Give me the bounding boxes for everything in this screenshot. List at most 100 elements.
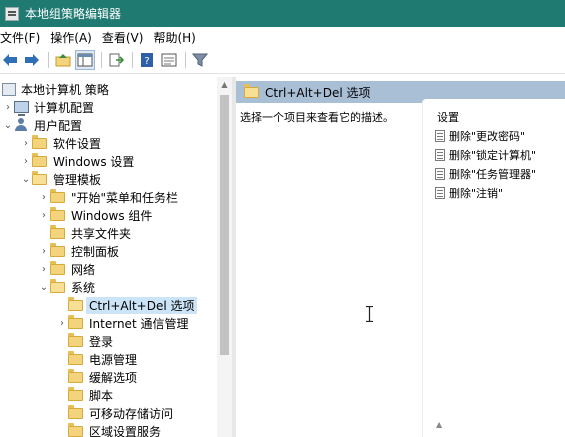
chevron-right-icon[interactable]: › bbox=[56, 318, 68, 329]
tree-item-windows-components[interactable]: › Windows 组件 bbox=[38, 206, 152, 224]
menu-bar: 文件(F) 操作(A) 查看(V) 帮助(H) bbox=[0, 27, 565, 47]
detail-pane: Ctrl+Alt+Del 选项 选择一个项目来查看它的描述。 设置 删除"更改密… bbox=[236, 77, 565, 437]
tree-item-label: 电源管理 bbox=[89, 352, 138, 367]
folder-open-icon bbox=[68, 296, 83, 311]
folder-icon bbox=[32, 134, 47, 149]
policy-setting-icon bbox=[435, 130, 445, 142]
settings-column-header[interactable]: 设置 bbox=[437, 109, 459, 125]
tree-item-label: 系统 bbox=[71, 280, 96, 295]
tree-item-windows-settings[interactable]: › Windows 设置 bbox=[20, 152, 134, 170]
tree-item-label: 计算机配置 bbox=[34, 100, 95, 115]
menu-action[interactable]: 操作(A) bbox=[48, 29, 100, 46]
forward-arrow-icon[interactable] bbox=[22, 50, 42, 70]
tree-item-mitigation-options[interactable]: 缓解选项 bbox=[68, 368, 137, 386]
folder-icon bbox=[68, 350, 83, 365]
chevron-right-icon[interactable]: › bbox=[38, 246, 50, 257]
properties-view-icon[interactable] bbox=[159, 50, 179, 70]
folder-icon bbox=[50, 188, 65, 203]
text-cursor-icon bbox=[366, 306, 373, 322]
tree-item-locale-services[interactable]: 区域设置服务 bbox=[68, 422, 161, 437]
setting-item[interactable]: 删除"注销" bbox=[435, 184, 503, 202]
tree-item-label: 软件设置 bbox=[53, 136, 102, 151]
setting-item[interactable]: 删除"任务管理器" bbox=[435, 165, 536, 183]
back-arrow-icon[interactable] bbox=[0, 50, 20, 70]
tree-item-label: Ctrl+Alt+Del 选项 bbox=[86, 296, 198, 314]
tree-item-label: 本地计算机 策略 bbox=[21, 82, 109, 97]
policy-icon bbox=[2, 82, 16, 96]
show-hide-tree-icon[interactable] bbox=[75, 50, 95, 70]
tree-item-scripts[interactable]: 脚本 bbox=[68, 386, 113, 404]
chevron-right-icon[interactable]: › bbox=[38, 210, 50, 221]
tree-item-label: 控制面板 bbox=[71, 244, 120, 259]
menu-help[interactable]: 帮助(H) bbox=[151, 29, 203, 46]
setting-label: 删除"锁定计算机" bbox=[449, 149, 537, 162]
computer-icon bbox=[14, 101, 29, 116]
menu-view[interactable]: 查看(V) bbox=[100, 29, 152, 46]
chevron-down-icon[interactable]: ⌄ bbox=[38, 282, 50, 293]
svg-text:?: ? bbox=[144, 56, 149, 67]
tree-item-software-settings[interactable]: › 软件设置 bbox=[20, 134, 101, 152]
tree-item-label: 网络 bbox=[71, 262, 96, 277]
scroll-up-arrow-icon[interactable]: ▲ bbox=[436, 420, 446, 429]
tree-item-power-management[interactable]: 电源管理 bbox=[68, 350, 137, 368]
window-title: 本地组策略编辑器 bbox=[25, 7, 122, 21]
scrollbar-thumb[interactable] bbox=[220, 95, 229, 355]
export-list-icon[interactable] bbox=[106, 50, 126, 70]
tree-item-admin-templates[interactable]: ⌄ 管理模板 bbox=[20, 170, 101, 188]
tree-item-label: Internet 通信管理 bbox=[89, 316, 189, 331]
tree-scrollbar[interactable]: ▲ bbox=[217, 77, 232, 437]
tree-item-network[interactable]: › 网络 bbox=[38, 260, 95, 278]
scroll-up-arrow-icon[interactable]: ▲ bbox=[217, 80, 232, 89]
toolbar-separator bbox=[185, 52, 186, 68]
setting-label: 删除"更改密码" bbox=[449, 130, 526, 143]
chevron-right-icon[interactable]: › bbox=[38, 264, 50, 275]
detail-header-title: Ctrl+Alt+Del 选项 bbox=[265, 85, 371, 100]
folder-icon bbox=[68, 368, 83, 383]
folder-icon bbox=[50, 260, 65, 275]
chevron-down-icon[interactable]: ⌄ bbox=[20, 174, 32, 185]
tree-item-start-menu[interactable]: › "开始"菜单和任务栏 bbox=[38, 188, 178, 206]
description-text: 选择一个项目来查看它的描述。 bbox=[240, 111, 394, 124]
up-folder-icon[interactable] bbox=[53, 50, 73, 70]
help-icon[interactable]: ? bbox=[137, 50, 157, 70]
chevron-down-icon[interactable]: ⌄ bbox=[2, 120, 14, 131]
setting-item[interactable]: 删除"锁定计算机" bbox=[435, 146, 536, 164]
tree-pane: 本地计算机 策略 › 计算机配置 ⌄ 用户配置 › 软件设置 › Windows… bbox=[0, 77, 232, 437]
tree-item-system[interactable]: ⌄ 系统 bbox=[38, 278, 95, 296]
tree-item-label: 区域设置服务 bbox=[89, 424, 162, 437]
tree-item-computer-config[interactable]: › 计算机配置 bbox=[2, 98, 94, 116]
tree-item-label: 可移动存储访问 bbox=[89, 406, 174, 421]
tree-item-label: 登录 bbox=[89, 334, 114, 349]
chevron-right-icon[interactable]: › bbox=[20, 138, 32, 149]
tree-item-ctrl-alt-del[interactable]: Ctrl+Alt+Del 选项 bbox=[68, 296, 198, 314]
tree-item-removable-storage[interactable]: 可移动存储访问 bbox=[68, 404, 173, 422]
folder-open-icon bbox=[32, 170, 47, 185]
folder-icon bbox=[32, 152, 47, 167]
tree-item-shared-folders[interactable]: 共享文件夹 bbox=[50, 224, 131, 242]
folder-icon bbox=[68, 332, 83, 347]
toolbar-separator bbox=[132, 52, 133, 68]
folder-icon bbox=[68, 386, 83, 401]
tree-item-label: "开始"菜单和任务栏 bbox=[71, 190, 179, 205]
chevron-right-icon[interactable]: › bbox=[20, 156, 32, 167]
folder-icon bbox=[50, 224, 65, 239]
settings-list: 设置 删除"更改密码" 删除"锁定计算机" 删除"任务管理器" 删除"注销" bbox=[422, 99, 565, 437]
tree-item-label: Windows 组件 bbox=[71, 208, 153, 223]
filter-icon[interactable] bbox=[190, 50, 210, 70]
folder-open-icon bbox=[50, 278, 65, 293]
tree-item-user-config[interactable]: ⌄ 用户配置 bbox=[2, 116, 82, 134]
folder-icon bbox=[50, 242, 65, 257]
tree-item-root[interactable]: 本地计算机 策略 bbox=[2, 80, 109, 98]
setting-item[interactable]: 删除"更改密码" bbox=[435, 127, 525, 145]
folder-icon bbox=[68, 314, 83, 329]
tree-item-control-panel[interactable]: › 控制面板 bbox=[38, 242, 119, 260]
tree-item-internet-comm[interactable]: › Internet 通信管理 bbox=[56, 314, 188, 332]
menu-file[interactable]: 文件(F) bbox=[0, 29, 48, 46]
chevron-right-icon[interactable]: › bbox=[2, 102, 14, 113]
chevron-right-icon[interactable]: › bbox=[38, 192, 50, 203]
tree-item-label: 脚本 bbox=[89, 388, 114, 403]
user-icon bbox=[14, 118, 28, 132]
toolbar-separator bbox=[101, 52, 102, 68]
tree-item-logon[interactable]: 登录 bbox=[68, 332, 113, 350]
policy-setting-icon bbox=[435, 149, 445, 161]
